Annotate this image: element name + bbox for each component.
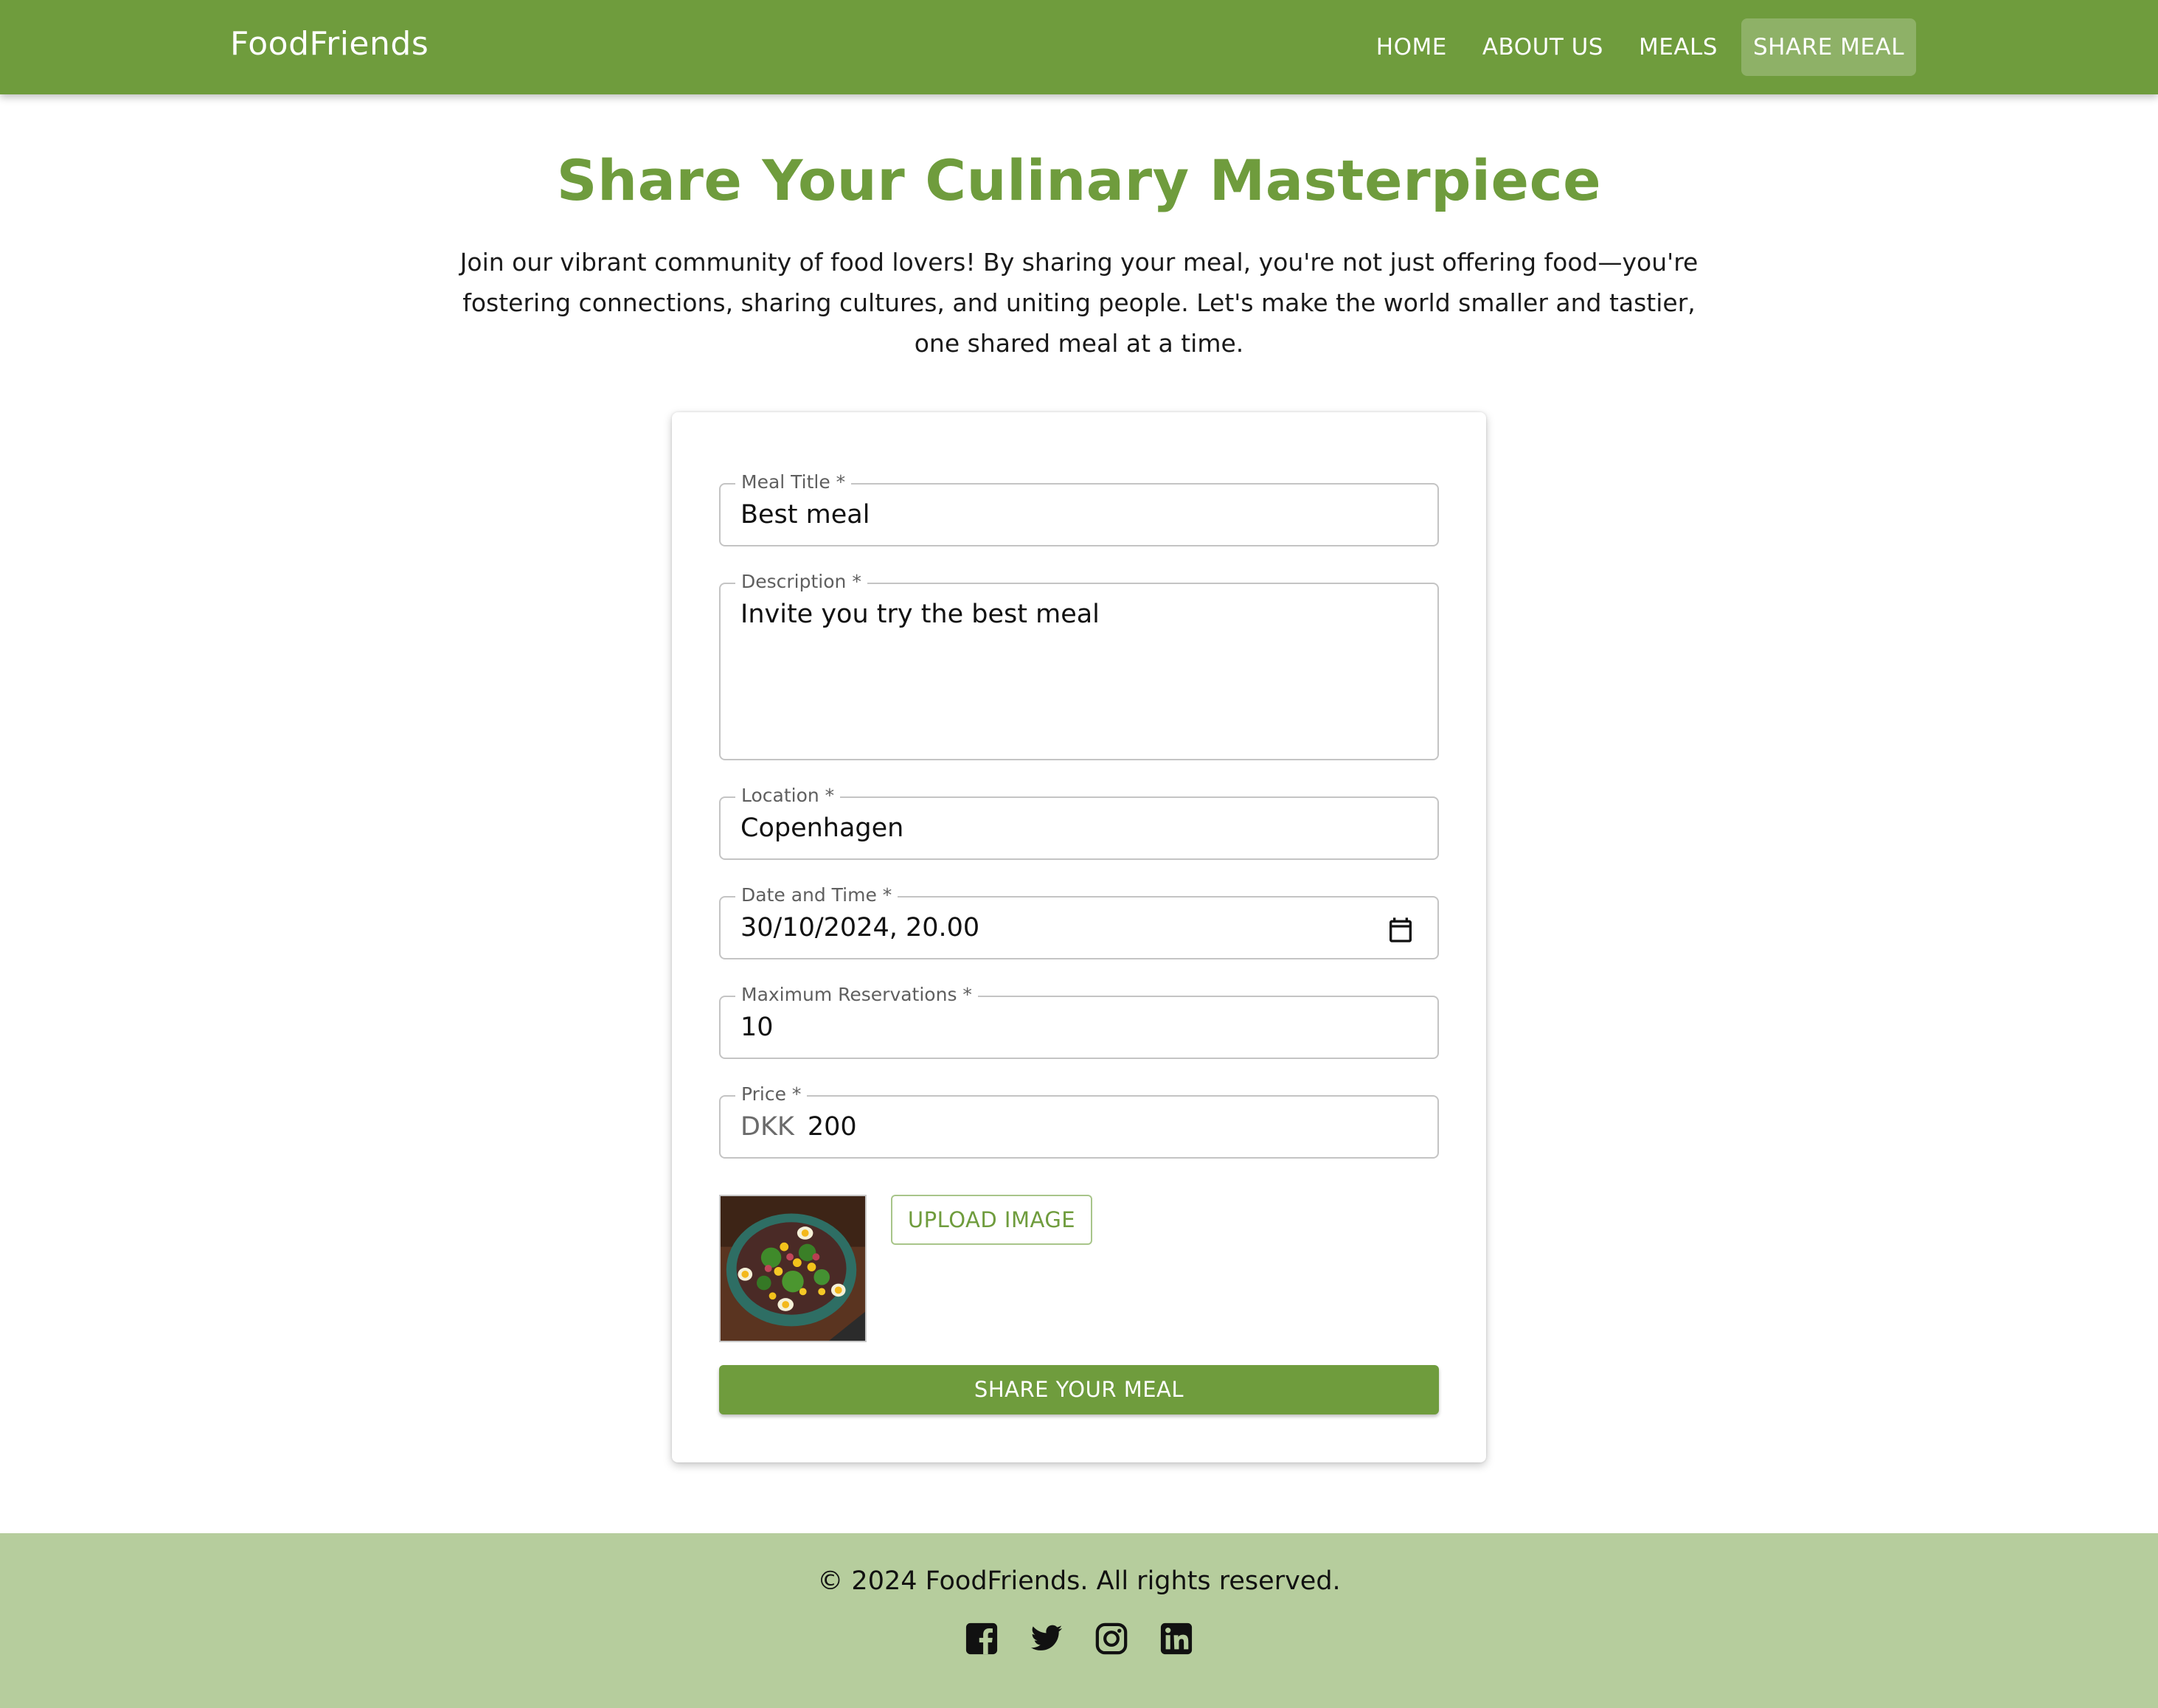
- share-meal-submit-button[interactable]: SHARE YOUR MEAL: [719, 1365, 1439, 1414]
- description-label: Description *: [735, 569, 867, 594]
- max-reservations-input[interactable]: 10: [740, 1010, 774, 1045]
- nav-home[interactable]: HOME: [1364, 18, 1459, 76]
- page-title: Share Your Culinary Masterpiece: [556, 147, 1602, 213]
- currency-prefix: DKK: [740, 1112, 794, 1142]
- location-field[interactable]: Location * Copenhagen: [719, 783, 1439, 860]
- twitter-icon[interactable]: [1030, 1622, 1064, 1656]
- nav-meals[interactable]: MEALS: [1627, 18, 1729, 76]
- upload-image-button[interactable]: UPLOAD IMAGE: [891, 1195, 1092, 1245]
- meal-title-input[interactable]: Best meal: [740, 497, 870, 532]
- nav-about-us[interactable]: ABOUT US: [1471, 18, 1615, 76]
- facebook-icon[interactable]: [965, 1622, 999, 1656]
- social-links: [0, 1622, 2158, 1656]
- linkedin-icon[interactable]: [1159, 1622, 1193, 1656]
- datetime-field[interactable]: Date and Time * 30/10/2024, 20.00: [719, 883, 1439, 959]
- meal-title-label: Meal Title *: [735, 470, 852, 495]
- description-field[interactable]: Description * Invite you try the best me…: [719, 569, 1439, 760]
- max-reservations-field[interactable]: Maximum Reservations * 10: [719, 982, 1439, 1059]
- price-field[interactable]: Price * DKK 200: [719, 1082, 1439, 1159]
- meal-title-field[interactable]: Meal Title * Best meal: [719, 470, 1439, 546]
- main-nav: HOME ABOUT US MEALS SHARE MEAL: [1364, 18, 1916, 76]
- meal-image-preview: [719, 1195, 867, 1342]
- share-meal-form: Meal Title * Best meal Description * Inv…: [672, 412, 1486, 1462]
- datetime-input[interactable]: 30/10/2024, 20.00: [740, 910, 979, 945]
- datetime-label: Date and Time *: [735, 883, 898, 908]
- location-label: Location *: [735, 783, 841, 808]
- max-reservations-label: Maximum Reservations *: [735, 982, 978, 1007]
- price-input-wrap[interactable]: DKK 200: [740, 1109, 857, 1145]
- price-input[interactable]: 200: [808, 1112, 857, 1142]
- description-textarea[interactable]: Invite you try the best meal: [740, 597, 1100, 632]
- brand-logo[interactable]: FoodFriends: [230, 0, 429, 88]
- footer: © 2024 FoodFriends. All rights reserved.: [0, 1533, 2158, 1708]
- intro-text: Join our vibrant community of food lover…: [459, 248, 1699, 358]
- instagram-icon[interactable]: [1094, 1622, 1128, 1656]
- location-input[interactable]: Copenhagen: [740, 810, 903, 846]
- nav-share-meal[interactable]: SHARE MEAL: [1741, 18, 1916, 76]
- top-navbar: FoodFriends HOME ABOUT US MEALS SHARE ME…: [0, 0, 2158, 94]
- price-label: Price *: [735, 1082, 808, 1107]
- calendar-icon[interactable]: [1386, 915, 1415, 945]
- copyright-text: © 2024 FoodFriends. All rights reserved.: [817, 1566, 1341, 1596]
